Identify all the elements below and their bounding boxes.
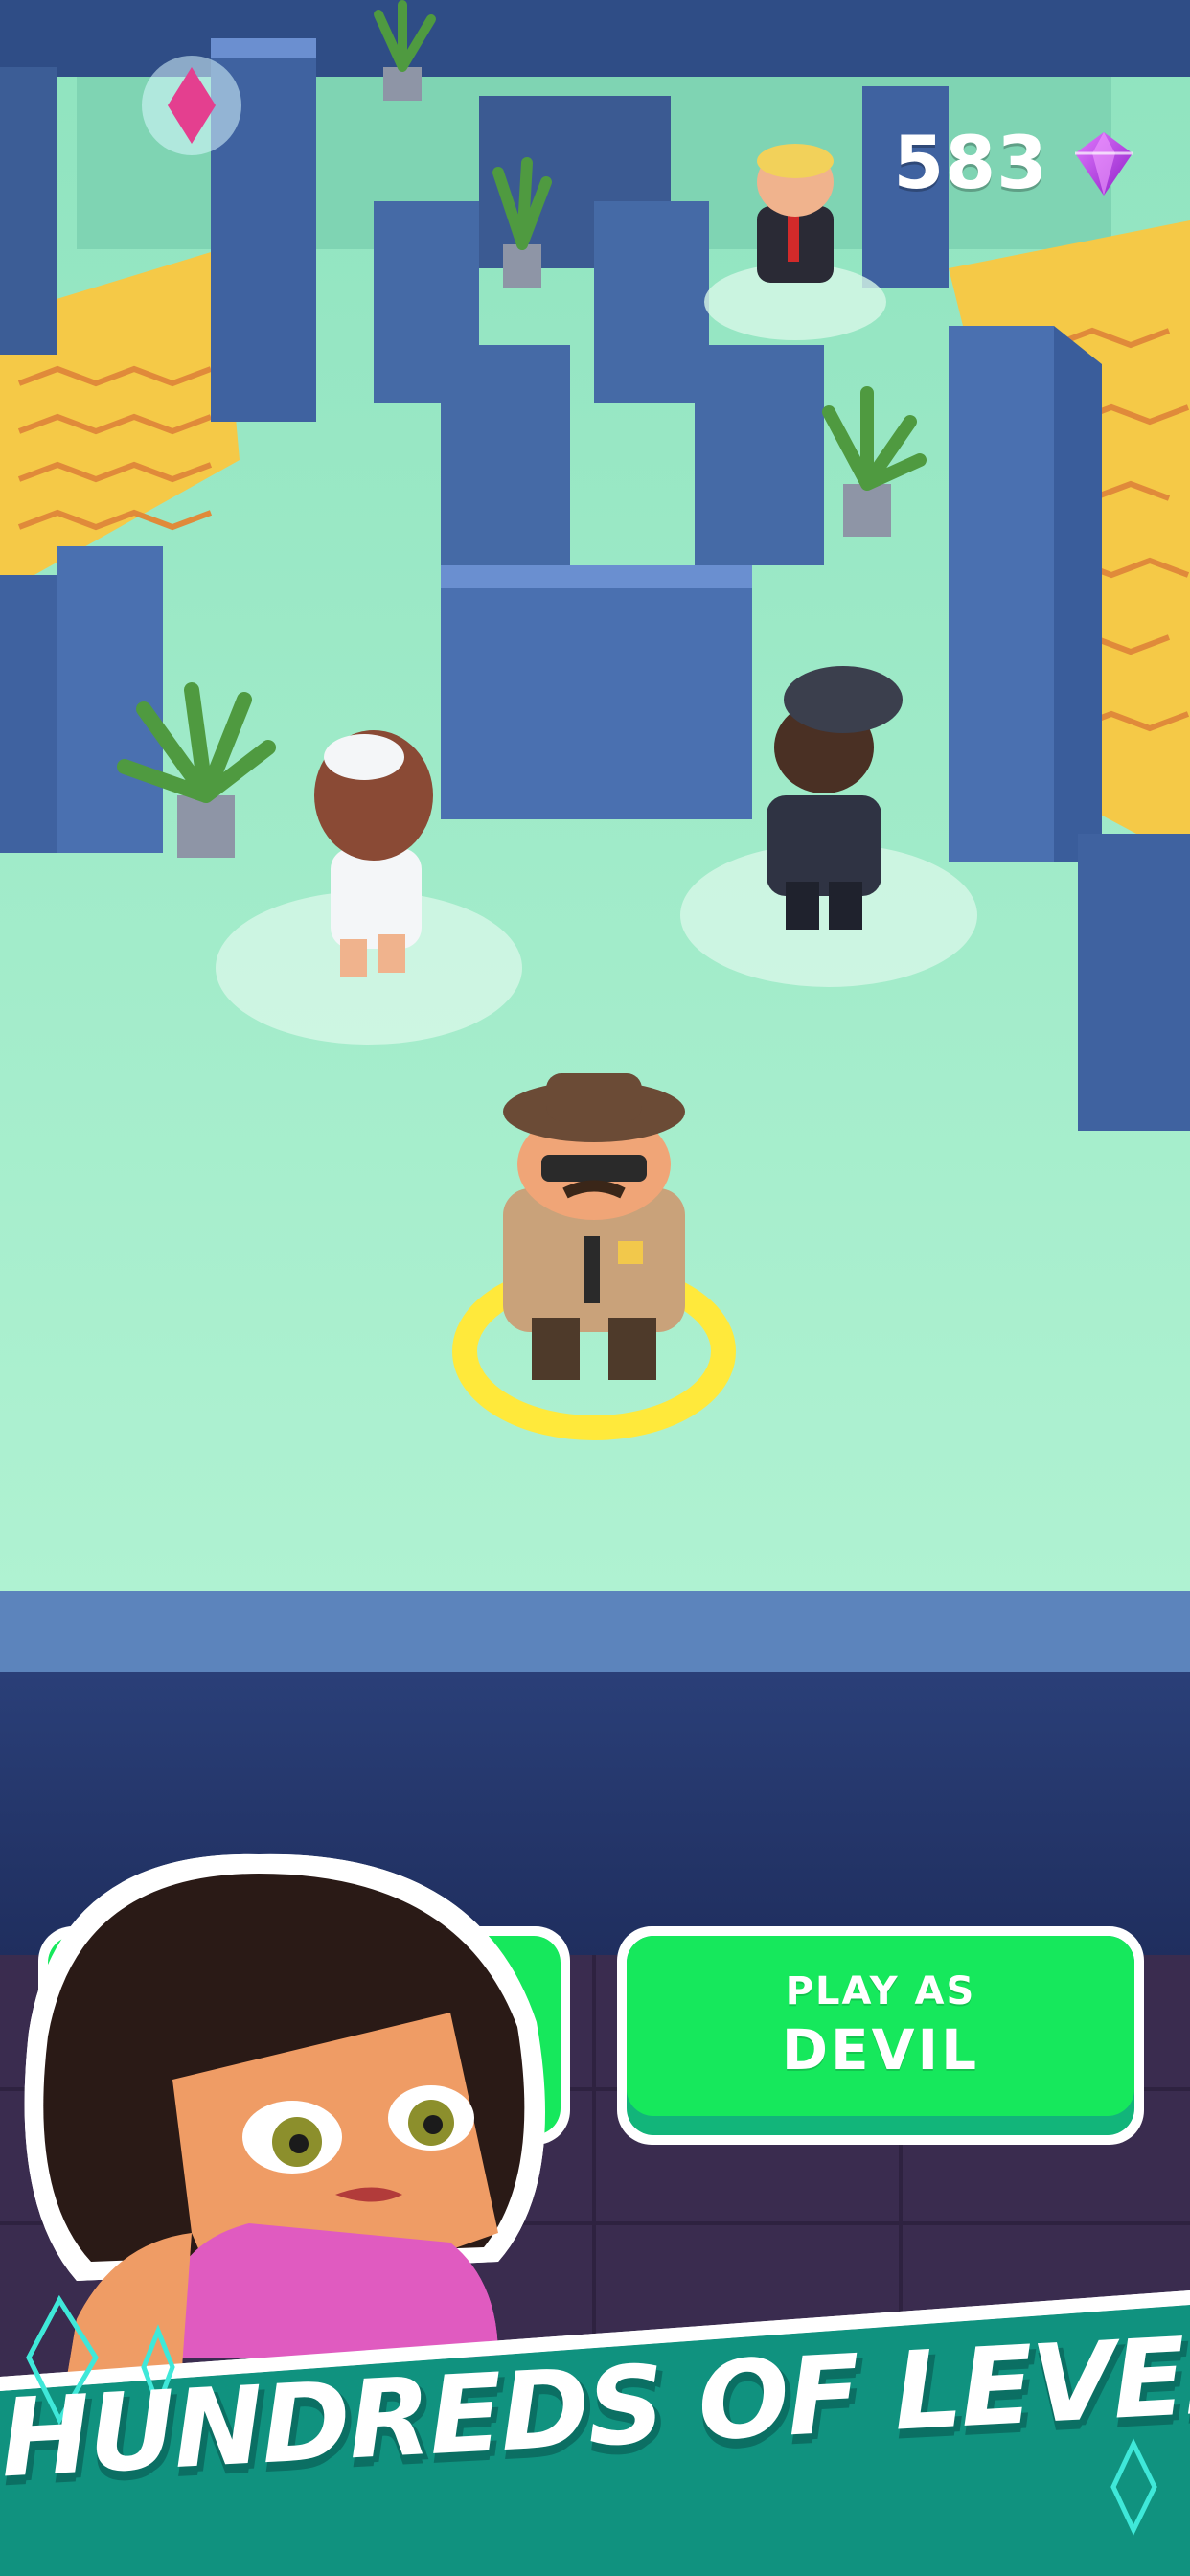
- gem-count: 583: [893, 120, 1048, 205]
- play-as-character-button-face: [48, 1936, 561, 2135]
- game-screen: 583 PLAY AS DEVIL HUNDREDS OF LEVELS!: [0, 0, 1190, 2576]
- left-wall-3-face: [57, 546, 163, 853]
- businessman-character: [757, 144, 834, 283]
- devil-label: DEVIL: [781, 2017, 980, 2082]
- gem-counter: 583: [893, 120, 1142, 205]
- right-wall-2-side: [1054, 326, 1102, 862]
- maze-wall-f: [441, 565, 752, 819]
- right-wall-2: [949, 326, 1054, 862]
- left-wall-1: [0, 67, 57, 355]
- maze-wall-f-top: [441, 565, 752, 588]
- maze-wall-c: [594, 201, 709, 402]
- play-as-character-button[interactable]: [38, 1926, 570, 2145]
- maze-wall-d: [441, 345, 570, 565]
- play-as-label: PLAY AS: [785, 1969, 976, 2013]
- left-wall-2-top: [211, 38, 316, 58]
- play-as-devil-button[interactable]: PLAY AS DEVIL: [617, 1926, 1144, 2145]
- lower-wall-top: [0, 1591, 1190, 1672]
- game-scene: [0, 0, 1190, 2576]
- gem-icon: [1075, 131, 1133, 196]
- right-wall-3: [1078, 834, 1190, 1131]
- maze-wall-e: [695, 345, 824, 565]
- crystal-bubble: [142, 56, 241, 155]
